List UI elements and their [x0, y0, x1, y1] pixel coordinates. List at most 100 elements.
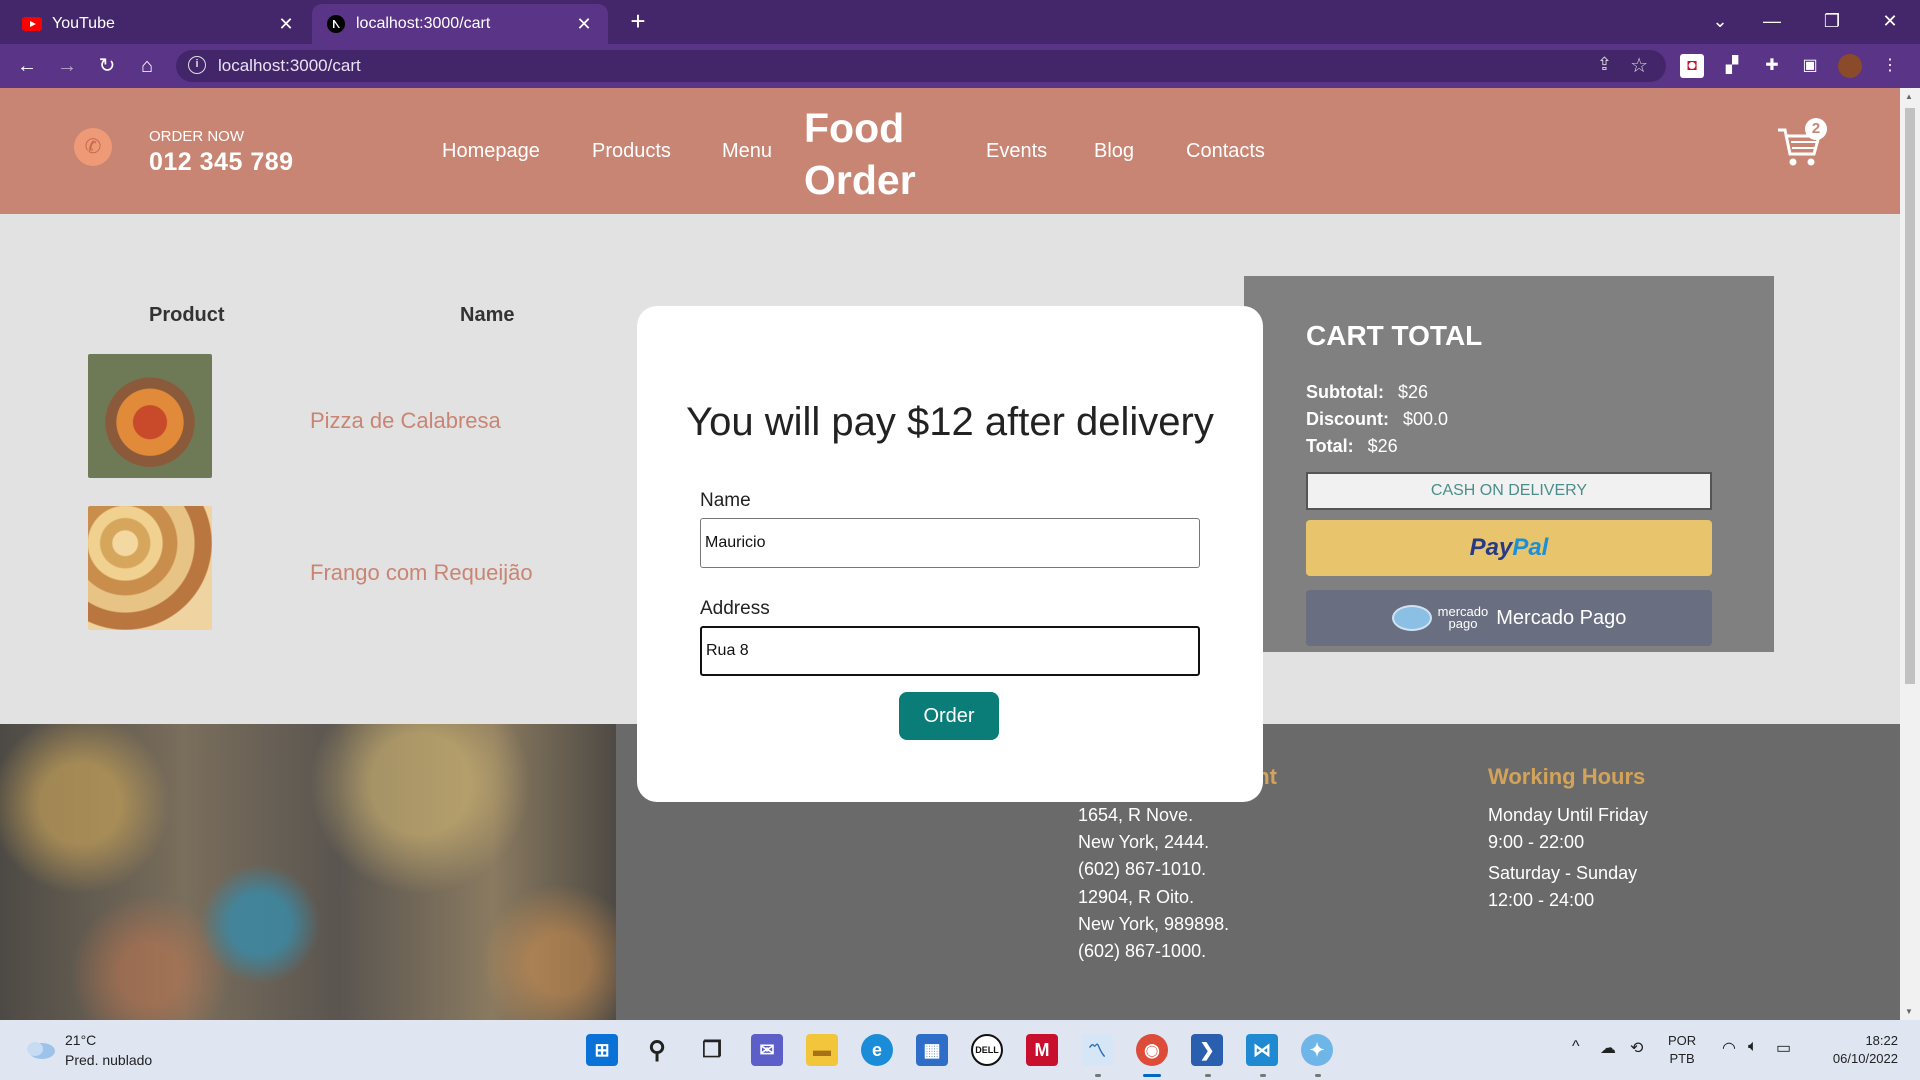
web-page: ✆ ORDER NOW 012 345 789 Homepage Product…: [0, 88, 1900, 1020]
product-name: Pizza de Calabresa: [310, 408, 501, 433]
bookmark-star-icon[interactable]: ☆: [1630, 53, 1648, 78]
column-header-name: Name: [460, 304, 515, 326]
hours-days: Monday Until Friday: [1488, 805, 1649, 825]
menu-kebab-icon[interactable]: ⋮: [1878, 54, 1902, 78]
discount-label: Discount:: [1306, 409, 1389, 429]
extensions-puzzle-icon[interactable]: ✚: [1760, 54, 1784, 78]
tab-cart[interactable]: localhost:3000/cart ✕: [312, 4, 608, 44]
restore-icon[interactable]: ❐: [1812, 6, 1852, 36]
tab-title: localhost:3000/cart: [356, 15, 491, 32]
site-info-icon[interactable]: i: [188, 56, 206, 74]
order-button[interactable]: Order: [899, 692, 999, 740]
profile-avatar[interactable]: [1838, 54, 1862, 78]
column-header-product: Product: [149, 304, 225, 326]
scroll-up-arrow-icon[interactable]: ▲: [1905, 92, 1913, 101]
tab-title: YouTube: [52, 15, 115, 32]
nextjs-icon: [326, 14, 346, 34]
mercado-pago-button[interactable]: mercado pago Mercado Pago: [1306, 590, 1712, 646]
close-window-icon[interactable]: ✕: [1870, 6, 1910, 36]
show-hidden-icons-chevron-icon[interactable]: ^: [1572, 1038, 1580, 1056]
windows-taskbar: 21°C Pred. nublado ⊞ ⚲ ❐ ✉ ▬ e ▦ DELL M …: [0, 1020, 1920, 1080]
back-icon[interactable]: ←: [12, 52, 42, 80]
nav-products[interactable]: Products: [592, 140, 671, 163]
subtotal-label: Subtotal:: [1306, 382, 1384, 402]
microsoft-store-icon[interactable]: ▦: [916, 1034, 948, 1066]
close-tab-icon[interactable]: ✕: [276, 14, 296, 35]
onedrive-cloud-icon[interactable]: ☁: [1600, 1038, 1616, 1058]
nav-blog[interactable]: Blog: [1094, 140, 1134, 163]
side-panel-icon[interactable]: ▣: [1798, 54, 1822, 78]
footer-hours-title: Working Hours: [1488, 764, 1646, 789]
close-tab-icon[interactable]: ✕: [574, 14, 594, 35]
clock-time: 18:22: [1865, 1033, 1898, 1048]
tab-youtube[interactable]: YouTube ✕: [8, 4, 310, 44]
vscode-icon[interactable]: ⋈: [1246, 1034, 1278, 1066]
extension-f-icon[interactable]: ▞: [1720, 54, 1744, 78]
footer-address-1: 1654, R Nove. New York, 2444. (602) 867-…: [1078, 802, 1209, 883]
browser-tab-bar: YouTube ✕ localhost:3000/cart ✕ + ⌄ — ❐ …: [0, 0, 1920, 44]
address-label: Address: [700, 598, 770, 619]
clock-date: 06/10/2022: [1832, 1051, 1898, 1066]
hours-time: 9:00 - 22:00: [1488, 832, 1585, 852]
discount-value: $00.0: [1403, 409, 1449, 429]
search-icon[interactable]: ⚲: [641, 1034, 673, 1066]
scrollbar-thumb[interactable]: [1905, 108, 1915, 684]
name-label: Name: [700, 490, 751, 511]
task-view-icon[interactable]: ❐: [696, 1034, 728, 1066]
minimize-icon[interactable]: —: [1752, 6, 1792, 36]
modal-title: You will pay $12 after delivery: [686, 400, 1214, 444]
footer-address-2: 12904, R Oito. New York, 989898. (602) 8…: [1078, 884, 1229, 965]
address-input[interactable]: [700, 626, 1200, 676]
product-name: Frango com Requeijão: [310, 560, 533, 585]
edge-browser-icon[interactable]: e: [861, 1034, 893, 1066]
wifi-icon[interactable]: ◠: [1722, 1038, 1736, 1058]
file-explorer-icon[interactable]: ▬: [806, 1034, 838, 1066]
scroll-down-arrow-icon[interactable]: ▼: [1905, 1007, 1913, 1016]
mercado-pago-handshake-icon: [1391, 605, 1432, 631]
nav-menu[interactable]: Menu: [722, 140, 772, 163]
mp-small-line2: pago: [1448, 616, 1478, 631]
phone-number: 012 345 789: [149, 148, 294, 176]
share-icon[interactable]: ⇪: [1597, 54, 1612, 75]
cart-total-panel: CART TOTAL Subtotal: $26 Discount: $00.0 T…: [1244, 276, 1774, 652]
chrome-active-indicator: [1143, 1074, 1161, 1077]
reload-icon[interactable]: ↻: [92, 52, 122, 80]
page-scrollbar[interactable]: ▲ ▼: [1900, 88, 1920, 1020]
paypal-logo-part1: Pay: [1469, 534, 1513, 561]
weather-temperature[interactable]: 21°C: [65, 1032, 96, 1048]
nav-homepage[interactable]: Homepage: [442, 140, 540, 163]
paypal-button[interactable]: PayPal: [1306, 520, 1712, 576]
weather-description[interactable]: Pred. nublado: [65, 1052, 152, 1068]
teams-chat-icon[interactable]: ✉: [751, 1034, 783, 1066]
tab-search-icon[interactable]: ⌄: [1700, 6, 1740, 36]
address-line: 1654, R Nove.: [1078, 805, 1194, 825]
name-input[interactable]: [700, 518, 1200, 568]
address-bar[interactable]: i localhost:3000/cart ⇪ ☆: [176, 50, 1666, 82]
home-icon[interactable]: ⌂: [132, 52, 162, 80]
app-globe-icon[interactable]: ✦: [1301, 1034, 1333, 1066]
windows-start-icon[interactable]: ⊞: [586, 1034, 618, 1066]
sync-icon[interactable]: ⟲: [1630, 1038, 1643, 1058]
logo-line-2: Order: [804, 157, 916, 203]
dell-icon[interactable]: DELL: [971, 1034, 1003, 1066]
system-clock[interactable]: 18:22 06/10/2022: [1820, 1032, 1898, 1068]
performance-monitor-icon[interactable]: 〽: [1081, 1034, 1113, 1066]
mcafee-icon[interactable]: M: [1026, 1034, 1058, 1066]
language-code: POR: [1668, 1033, 1697, 1048]
input-language-indicator[interactable]: POR PTB: [1668, 1032, 1696, 1068]
cart-total-title: CART TOTAL: [1306, 320, 1483, 351]
mercado-pago-logo-text: mercado pago: [1438, 605, 1489, 631]
site-logo[interactable]: Food Order: [804, 102, 916, 206]
powershell-icon[interactable]: ❯: [1191, 1034, 1223, 1066]
battery-icon[interactable]: ▭: [1776, 1038, 1791, 1058]
cash-on-delivery-button[interactable]: CASH ON DELIVERY: [1306, 472, 1712, 510]
volume-icon[interactable]: 🔈︎: [1748, 1038, 1758, 1056]
new-tab-icon[interactable]: +: [624, 8, 652, 36]
hours-time: 12:00 - 24:00: [1488, 890, 1595, 910]
chrome-icon[interactable]: ◉: [1136, 1034, 1168, 1066]
nav-contacts[interactable]: Contacts: [1186, 140, 1265, 163]
forward-icon[interactable]: →: [52, 52, 82, 80]
hours-days: Saturday - Sunday: [1488, 863, 1638, 883]
nav-events[interactable]: Events: [986, 140, 1047, 163]
extension-shield-icon[interactable]: ◘: [1680, 54, 1704, 78]
